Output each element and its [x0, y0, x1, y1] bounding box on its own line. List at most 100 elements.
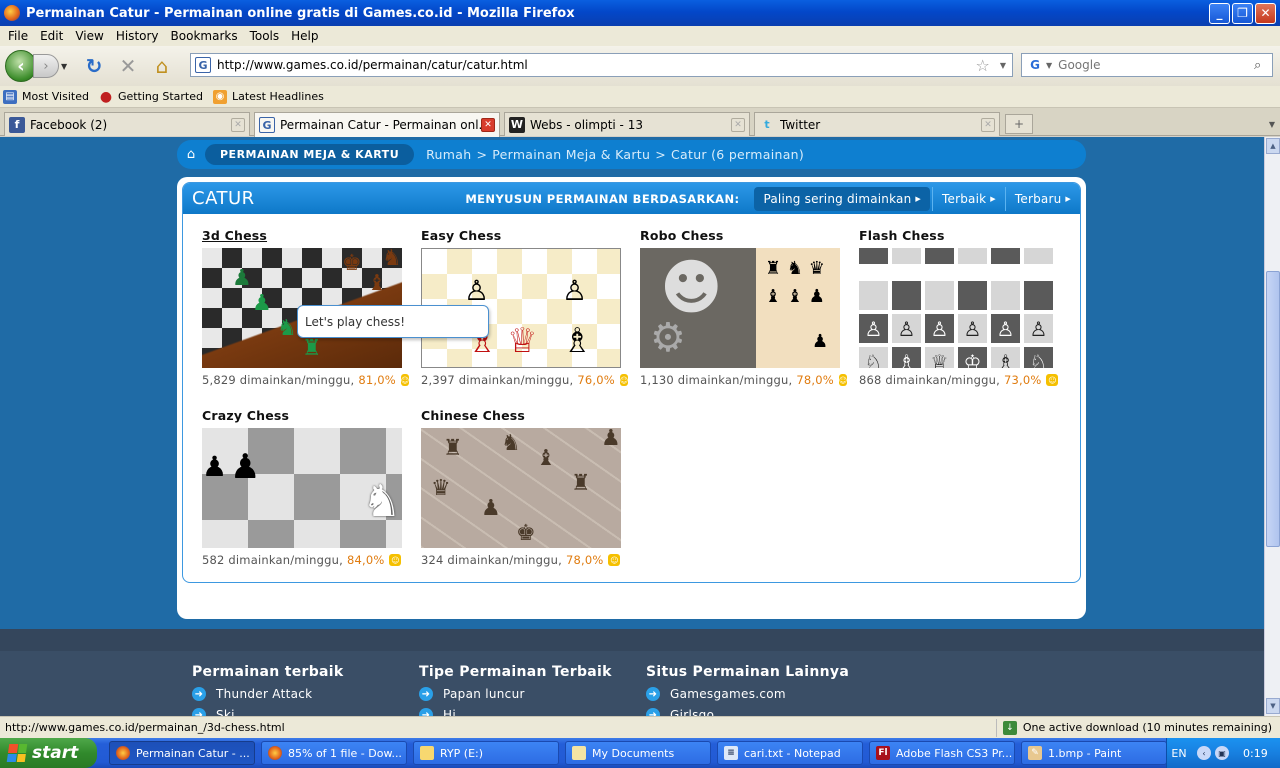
taskbar-item-label: 1.bmp - Paint — [1048, 746, 1122, 760]
language-indicator[interactable]: EN — [1165, 747, 1193, 760]
close-tab-icon[interactable]: ✕ — [731, 117, 745, 132]
taskbar-item-paint[interactable]: ✎ 1.bmp - Paint — [1021, 741, 1167, 765]
start-button[interactable]: start — [0, 738, 97, 768]
url-bar[interactable]: G http://www.games.co.id/permainan/catur… — [190, 53, 1013, 77]
bookmark-latest-headlines[interactable]: ◉ Latest Headlines — [213, 89, 324, 104]
bookmark-star-icon[interactable]: ☆ — [976, 56, 990, 75]
network-icon[interactable]: ▣ — [1215, 746, 1229, 760]
reload-icon[interactable]: ↻ — [81, 53, 107, 79]
taskbar-item-downloads[interactable]: 85% of 1 file - Dow... — [261, 741, 407, 765]
history-dropdown-icon[interactable]: ▼ — [61, 62, 73, 71]
footer-link[interactable]: ➜ Ski... — [192, 708, 344, 716]
game-thumbnail[interactable]: ☻ ⚙ ♜ ♞ ♛ ♝ ♝ ♟ ♟ — [640, 248, 840, 368]
vertical-scrollbar[interactable]: ▲ ▼ — [1264, 137, 1280, 716]
home-icon[interactable]: ⌂ — [177, 147, 205, 162]
menu-tools[interactable]: Tools — [244, 29, 286, 43]
smiley-rating-icon: ☺ — [400, 374, 410, 386]
chess-piece-icon: ♛ — [431, 476, 451, 501]
chess-piece-icon: ♗ — [562, 321, 593, 361]
tab-webs[interactable]: W Webs - olimpti - 13 ✕ — [504, 112, 750, 136]
minimize-button[interactable]: _ — [1209, 2, 1230, 24]
search-engine-dropdown-icon[interactable]: ▼ — [1046, 61, 1052, 70]
breadcrumb-category-button[interactable]: PERMAINAN MEJA & KARTU — [205, 144, 415, 165]
stop-icon[interactable]: ✕ — [115, 53, 141, 79]
arrow-right-icon: ➜ — [646, 708, 660, 716]
chess-piece-icon: ♕ — [507, 321, 538, 361]
breadcrumb-link-category[interactable]: Permainan Meja & Kartu — [492, 147, 650, 162]
taskbar-item-firefox[interactable]: Permainan Catur - ... — [109, 741, 255, 765]
taskbar-item-ryp-drive[interactable]: RYP (E:) — [413, 741, 559, 765]
taskbar-item-my-documents[interactable]: My Documents — [565, 741, 711, 765]
chess-piece-icon: ♟ — [812, 331, 829, 352]
tray-chevron-icon[interactable]: ‹ — [1197, 746, 1211, 760]
google-engine-icon[interactable]: G — [1026, 57, 1044, 73]
tab-twitter[interactable]: t Twitter ✕ — [754, 112, 1000, 136]
new-tab-button[interactable]: + — [1005, 114, 1033, 134]
sort-newest[interactable]: Terbaru ▶ — [1004, 186, 1080, 211]
game-title-link[interactable]: Easy Chess — [421, 228, 626, 244]
scrollbar-thumb[interactable] — [1266, 271, 1280, 547]
taskbar-item-label: Permainan Catur - ... — [136, 746, 250, 760]
taskbar-item-flash[interactable]: Fl Adobe Flash CS3 Pr... — [869, 741, 1015, 765]
home-icon[interactable]: ⌂ — [149, 53, 175, 79]
footer-link[interactable]: ➜ Girlsgo... — [646, 708, 849, 716]
bookmark-most-visited[interactable]: ▤ Most Visited — [3, 89, 89, 104]
footer-link[interactable]: ➜ Hi... — [419, 708, 612, 716]
firefox-icon — [116, 746, 130, 760]
firefox-logo-icon — [4, 5, 20, 21]
footer-heading: Permainan terbaik — [192, 664, 344, 680]
footer-link[interactable]: ➜ Thunder Attack — [192, 687, 344, 701]
game-thumbnail[interactable]: ♜ ♞ ♝ ♛ ♜ ♟ ♚ ♟ — [421, 428, 621, 548]
tab-label: Permainan Catur - Permainan onl... — [280, 118, 481, 132]
download-status[interactable]: ↓ One active download (10 minutes remain… — [995, 718, 1280, 737]
tab-permainan-catur[interactable]: G Permainan Catur - Permainan onl... ✕ — [254, 112, 500, 137]
tab-facebook[interactable]: f Facebook (2) ✕ — [4, 112, 250, 136]
footer-link[interactable]: ➜ Papan luncur — [419, 687, 612, 701]
search-bar[interactable]: G ▼ ⌕ — [1021, 53, 1273, 77]
game-thumbnail[interactable]: ♙ ♙ ♙ ♙ ♙ ♙ ♘ ♗ ♕ ♔ ♗ ♘ — [859, 248, 1059, 368]
taskbar-item-notepad[interactable]: ≡ cari.txt - Notepad — [717, 741, 863, 765]
game-title-link[interactable]: Robo Chess — [640, 228, 845, 244]
game-title-link[interactable]: Flash Chess — [859, 228, 1064, 244]
webs-icon: W — [509, 116, 525, 133]
breadcrumb-link-home[interactable]: Rumah — [426, 147, 471, 162]
url-dropdown-icon[interactable]: ▼ — [1000, 61, 1006, 70]
chess-piece-icon: ♞ — [362, 476, 402, 527]
menu-file[interactable]: File — [2, 29, 34, 43]
game-title-link[interactable]: Chinese Chess — [421, 408, 626, 424]
list-all-tabs-icon[interactable]: ▼ — [1264, 114, 1280, 134]
bookmark-getting-started[interactable]: ● Getting Started — [99, 89, 203, 105]
game-thumbnail[interactable]: ♟ ♟ ♞ — [202, 428, 402, 548]
game-stats: 1,130 dimainkan/minggu, 78,0% ☺ — [640, 373, 848, 387]
scroll-up-icon[interactable]: ▲ — [1266, 138, 1280, 154]
menu-bookmarks[interactable]: Bookmarks — [165, 29, 244, 43]
search-magnifier-icon[interactable]: ⌕ — [1254, 58, 1272, 73]
url-text[interactable]: http://www.games.co.id/permainan/catur/c… — [217, 58, 976, 72]
breadcrumb-separator: > — [655, 147, 666, 162]
game-card-robo-chess: Robo Chess ☻ ⚙ ♜ ♞ ♛ ♝ ♝ ♟ ♟ 1,130 dimai… — [640, 228, 848, 387]
menu-history[interactable]: History — [110, 29, 165, 43]
close-window-button[interactable]: ✕ — [1255, 2, 1276, 24]
sort-best[interactable]: Terbaik ▶ — [932, 186, 1005, 211]
menu-help[interactable]: Help — [285, 29, 324, 43]
smiley-rating-icon: ☺ — [1046, 374, 1059, 386]
sort-most-played[interactable]: Paling sering dimainkan ▶ — [754, 186, 931, 211]
close-tab-icon[interactable]: ✕ — [231, 117, 245, 132]
close-tab-icon[interactable]: ✕ — [981, 117, 995, 132]
game-title-link[interactable]: 3d Chess — [202, 228, 407, 244]
menu-edit[interactable]: Edit — [34, 29, 69, 43]
games-list-header: CATUR MENYUSUN PERMAINAN BERDASARKAN: Pa… — [183, 183, 1080, 214]
scroll-down-icon[interactable]: ▼ — [1266, 698, 1280, 714]
game-card-chinese-chess: Chinese Chess ♜ ♞ ♝ ♛ ♜ ♟ ♚ ♟ 324 dimain… — [421, 408, 626, 567]
forward-arrow-icon[interactable]: › — [33, 54, 59, 78]
maximize-button[interactable]: ❐ — [1232, 2, 1253, 24]
chess-piece-icon: ♟ — [230, 447, 261, 487]
arrow-right-icon: ➜ — [646, 687, 660, 701]
menu-view[interactable]: View — [69, 29, 109, 43]
close-tab-icon[interactable]: ✕ — [481, 118, 495, 132]
footer-link[interactable]: ➜ Gamesgames.com — [646, 687, 849, 701]
search-input[interactable] — [1058, 58, 1254, 72]
clock[interactable]: 0:19 — [1243, 747, 1268, 760]
game-title-link[interactable]: Crazy Chess — [202, 408, 407, 424]
game-stats: 324 dimainkan/minggu, 78,0% ☺ — [421, 553, 626, 567]
